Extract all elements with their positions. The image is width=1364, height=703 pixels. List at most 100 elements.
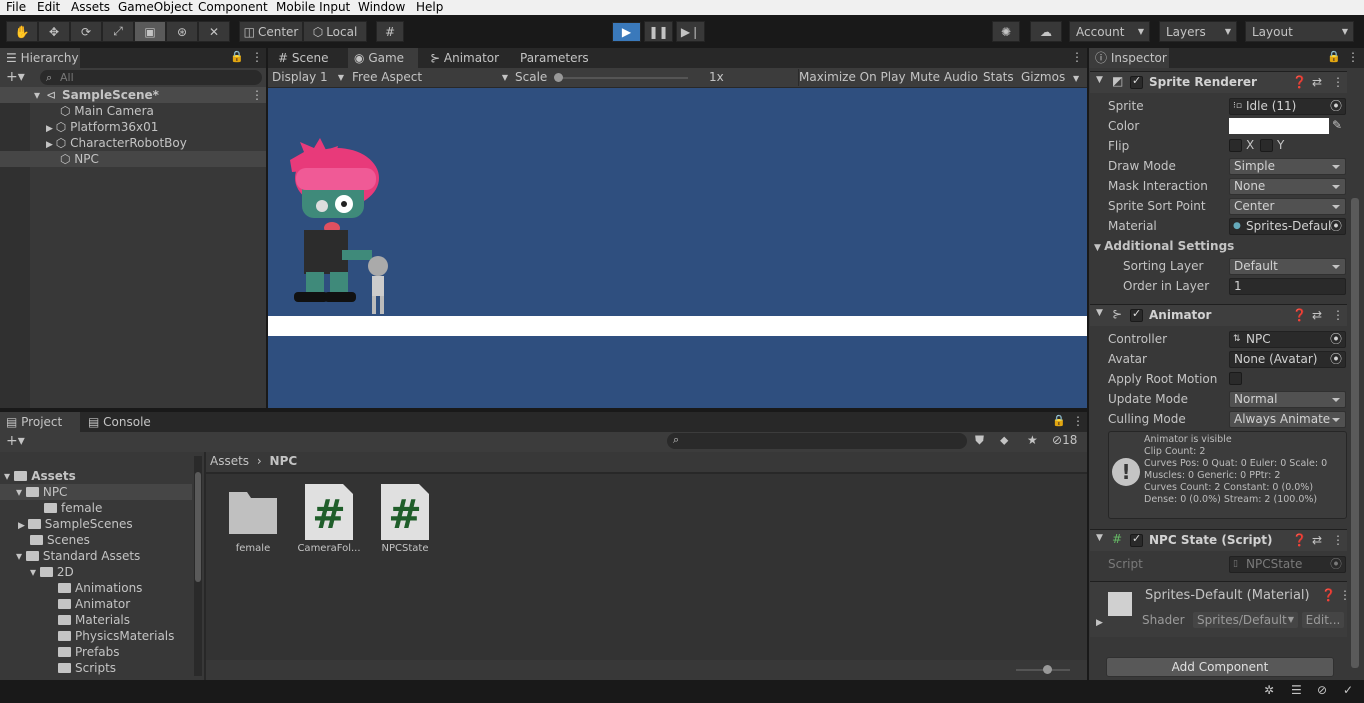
debug-bug-icon[interactable]: ✲ [1264,683,1274,697]
culling-mode-dropdown[interactable]: Always Animate [1229,411,1346,428]
hierarchy-search-input[interactable]: ⌕ All [40,70,262,85]
pivot-center-button[interactable]: ◫ Center [239,21,303,42]
game-viewport[interactable] [268,88,1087,408]
hierarchy-item[interactable]: ▶ ⬡ CharacterRobotBoy [46,135,187,151]
tree-item-scenes[interactable]: Scenes [30,532,90,548]
tab-inspector[interactable]: ⓘ Inspector [1089,48,1169,68]
shader-edit-button[interactable]: Edit... [1302,612,1344,628]
mute-audio-toggle[interactable]: Mute Audio [910,69,978,86]
tree-item-npc[interactable]: ▾ NPC [0,484,192,500]
kebab-menu-icon[interactable]: ⋮ [1332,308,1344,322]
tree-item-2d[interactable]: ▾ 2D [30,564,74,580]
chevron-down-icon[interactable]: ▼ [1073,70,1079,87]
menu-assets[interactable]: Assets [71,0,110,14]
help-icon[interactable]: ❓ [1292,308,1307,322]
sprite-field[interactable]: ⁝▫ Idle (11) ⦿ [1229,98,1346,115]
pause-button[interactable]: ❚❚ [644,21,673,42]
menu-file[interactable]: File [6,0,26,14]
flip-y-checkbox[interactable] [1260,139,1273,152]
tree-item-animator[interactable]: Animator [58,596,130,612]
add-plus-icon[interactable]: +▾ [6,433,25,449]
asset-item-npcstate[interactable]: # NPCState [370,484,440,554]
add-component-button[interactable]: Add Component [1106,657,1334,677]
menu-window[interactable]: Window [358,0,405,14]
tab-animator[interactable]: ⊱ Animator [424,48,510,68]
lock-icon[interactable]: 🔒 [1327,50,1341,63]
kebab-menu-icon[interactable]: ⋮ [1072,414,1084,428]
gizmos-toggle[interactable]: Gizmos [1021,69,1065,86]
object-picker-icon[interactable]: ⦿ [1330,219,1342,234]
kebab-menu-icon[interactable]: ⋮ [1347,50,1359,64]
tab-hierarchy[interactable]: ☰ Hierarchy [0,48,80,68]
tree-item-female[interactable]: female [44,500,102,516]
breadcrumb-assets[interactable]: Assets [210,454,249,468]
layers-dropdown[interactable]: Layers ▼ [1159,21,1237,42]
object-picker-icon[interactable]: ⦿ [1330,99,1342,114]
order-in-layer-input[interactable]: 1 [1229,278,1346,295]
kebab-menu-icon[interactable]: ⋮ [1332,75,1344,89]
asset-item-camera-script[interactable]: # CameraFol... [294,484,364,554]
star-icon[interactable]: ★ [1027,433,1038,447]
scale-tool-button[interactable]: ⤢ [102,21,134,42]
pivot-local-button[interactable]: ⬡ Local [303,21,367,42]
layers-stack-icon[interactable]: ☰ [1291,683,1302,697]
tree-item-scripts[interactable]: Scripts [58,660,116,676]
preset-icon[interactable]: ⇄ [1312,533,1322,547]
tab-parameters[interactable]: Parameters [514,48,594,68]
color-swatch[interactable] [1229,118,1329,134]
preset-icon[interactable]: ⇄ [1312,308,1322,322]
eyedropper-icon[interactable]: ✎ [1332,118,1342,132]
check-circle-icon[interactable]: ✓ [1343,683,1353,697]
play-button[interactable]: ▶ [612,22,641,42]
step-button[interactable]: ▶❘ [676,21,705,42]
move-tool-button[interactable]: ✥ [38,21,70,42]
hierarchy-item[interactable]: ⬡ Main Camera [60,103,154,119]
draw-mode-dropdown[interactable]: Simple [1229,158,1346,175]
hidden-packages-icon[interactable]: ⊘18 [1052,433,1077,447]
label-tag-icon[interactable]: ⬥ [1000,433,1008,448]
project-search-input[interactable]: ⌕ [667,433,967,449]
hierarchy-item-selected[interactable]: ⬡ NPC [0,151,266,167]
scene-row[interactable]: ▾ ⊲ SampleScene* ⋮ [0,87,266,103]
maximize-on-play-toggle[interactable]: Maximize On Play [798,69,910,86]
menu-help[interactable]: Help [416,0,443,14]
lock-icon[interactable]: 🔒 [1052,414,1066,427]
tree-item-physicsmaterials[interactable]: PhysicsMaterials [58,628,174,644]
controller-field[interactable]: ⇅ NPC ⦿ [1229,331,1346,348]
preset-icon[interactable]: ⇄ [1312,75,1322,89]
avatar-field[interactable]: None (Avatar) ⦿ [1229,351,1346,368]
account-dropdown[interactable]: Account ▼ [1069,21,1150,42]
tree-item-prefabs[interactable]: Prefabs [58,644,120,660]
help-icon[interactable]: ❓ [1321,588,1336,602]
object-picker-icon[interactable]: ⦿ [1330,332,1342,347]
zoom-slider-handle[interactable] [1043,665,1052,674]
transform-tool-button[interactable]: ⊛ [166,21,198,42]
tree-item-materials[interactable]: Materials [58,612,130,628]
tree-item-standard-assets[interactable]: ▾ Standard Assets [16,548,140,564]
object-picker-icon[interactable]: ⦿ [1330,352,1342,367]
add-plus-icon[interactable]: +▾ [6,69,25,85]
menu-component[interactable]: Component [198,0,268,14]
tree-item-assets[interactable]: ▾ Assets [4,468,76,484]
asset-item-female[interactable]: female [218,484,288,554]
kebab-menu-icon[interactable]: ⋮ [251,87,263,103]
hand-tool-button[interactable]: ✋ [6,21,38,42]
tree-item-samplescenes[interactable]: ▶ SampleScenes [18,516,133,532]
scale-slider-handle[interactable] [554,73,563,82]
help-icon[interactable]: ❓ [1292,533,1307,547]
hierarchy-item[interactable]: ▶ ⬡ Platform36x01 [46,119,158,135]
filter-type-icon[interactable]: ⛊ [975,433,984,448]
enabled-checkbox[interactable] [1130,307,1143,322]
tree-item-animations[interactable]: Animations [58,580,142,596]
cache-server-icon[interactable]: ⊘ [1317,683,1327,697]
mask-interaction-dropdown[interactable]: None [1229,178,1346,195]
tab-scene[interactable]: # Scene [272,48,342,68]
enabled-checkbox[interactable] [1130,532,1143,547]
menu-gameobject[interactable]: GameObject [118,0,193,14]
inspector-scrollbar-thumb[interactable] [1351,198,1359,668]
tab-console[interactable]: ▤ Console [82,412,162,432]
menu-mobile-input[interactable]: Mobile Input [276,0,350,14]
rect-tool-button[interactable]: ▣ [134,21,166,42]
update-mode-dropdown[interactable]: Normal [1229,391,1346,408]
enabled-checkbox[interactable] [1130,74,1143,89]
